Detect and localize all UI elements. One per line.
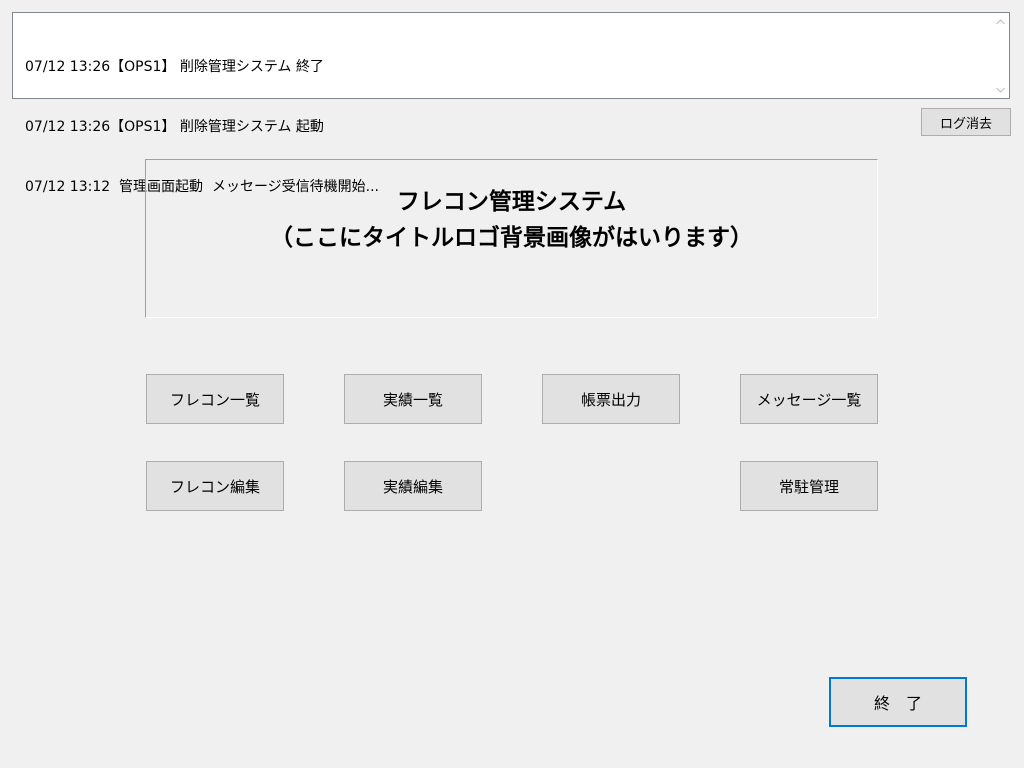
results-edit-button[interactable]: 実績編集 xyxy=(344,461,482,511)
exit-button[interactable]: 終 了 xyxy=(829,677,967,727)
title-logo-area: フレコン管理システム （ここにタイトルロゴ背景画像がはいります） xyxy=(145,159,878,318)
flecon-edit-button[interactable]: フレコン編集 xyxy=(146,461,284,511)
message-list-button[interactable]: メッセージ一覧 xyxy=(740,374,878,424)
log-clear-button[interactable]: ログ消去 xyxy=(921,108,1011,136)
log-scrollbar[interactable] xyxy=(992,13,1009,98)
log-list[interactable]: 07/12 13:26【OPS1】 削除管理システム 終了 07/12 13:2… xyxy=(12,12,1010,195)
resident-management-button[interactable]: 常駐管理 xyxy=(740,461,878,511)
chevron-up-icon[interactable] xyxy=(992,13,1009,30)
title-line-2: （ここにタイトルロゴ背景画像がはいります） xyxy=(270,225,753,251)
page-title: フレコン管理システム （ここにタイトルロゴ背景画像がはいります） xyxy=(146,184,877,256)
title-line-1: フレコン管理システム xyxy=(396,189,627,215)
main-window: 07/12 13:26【OPS1】 削除管理システム 終了 07/12 13:2… xyxy=(0,0,1024,768)
flecon-list-button[interactable]: フレコン一覧 xyxy=(146,374,284,424)
log-line: 07/12 13:26【OPS1】 削除管理システム 終了 xyxy=(25,59,324,75)
log-line: 07/12 13:26【OPS1】 削除管理システム 起動 xyxy=(25,119,324,135)
report-output-button[interactable]: 帳票出力 xyxy=(542,374,680,424)
results-list-button[interactable]: 実績一覧 xyxy=(344,374,482,424)
chevron-down-icon[interactable] xyxy=(992,81,1009,98)
